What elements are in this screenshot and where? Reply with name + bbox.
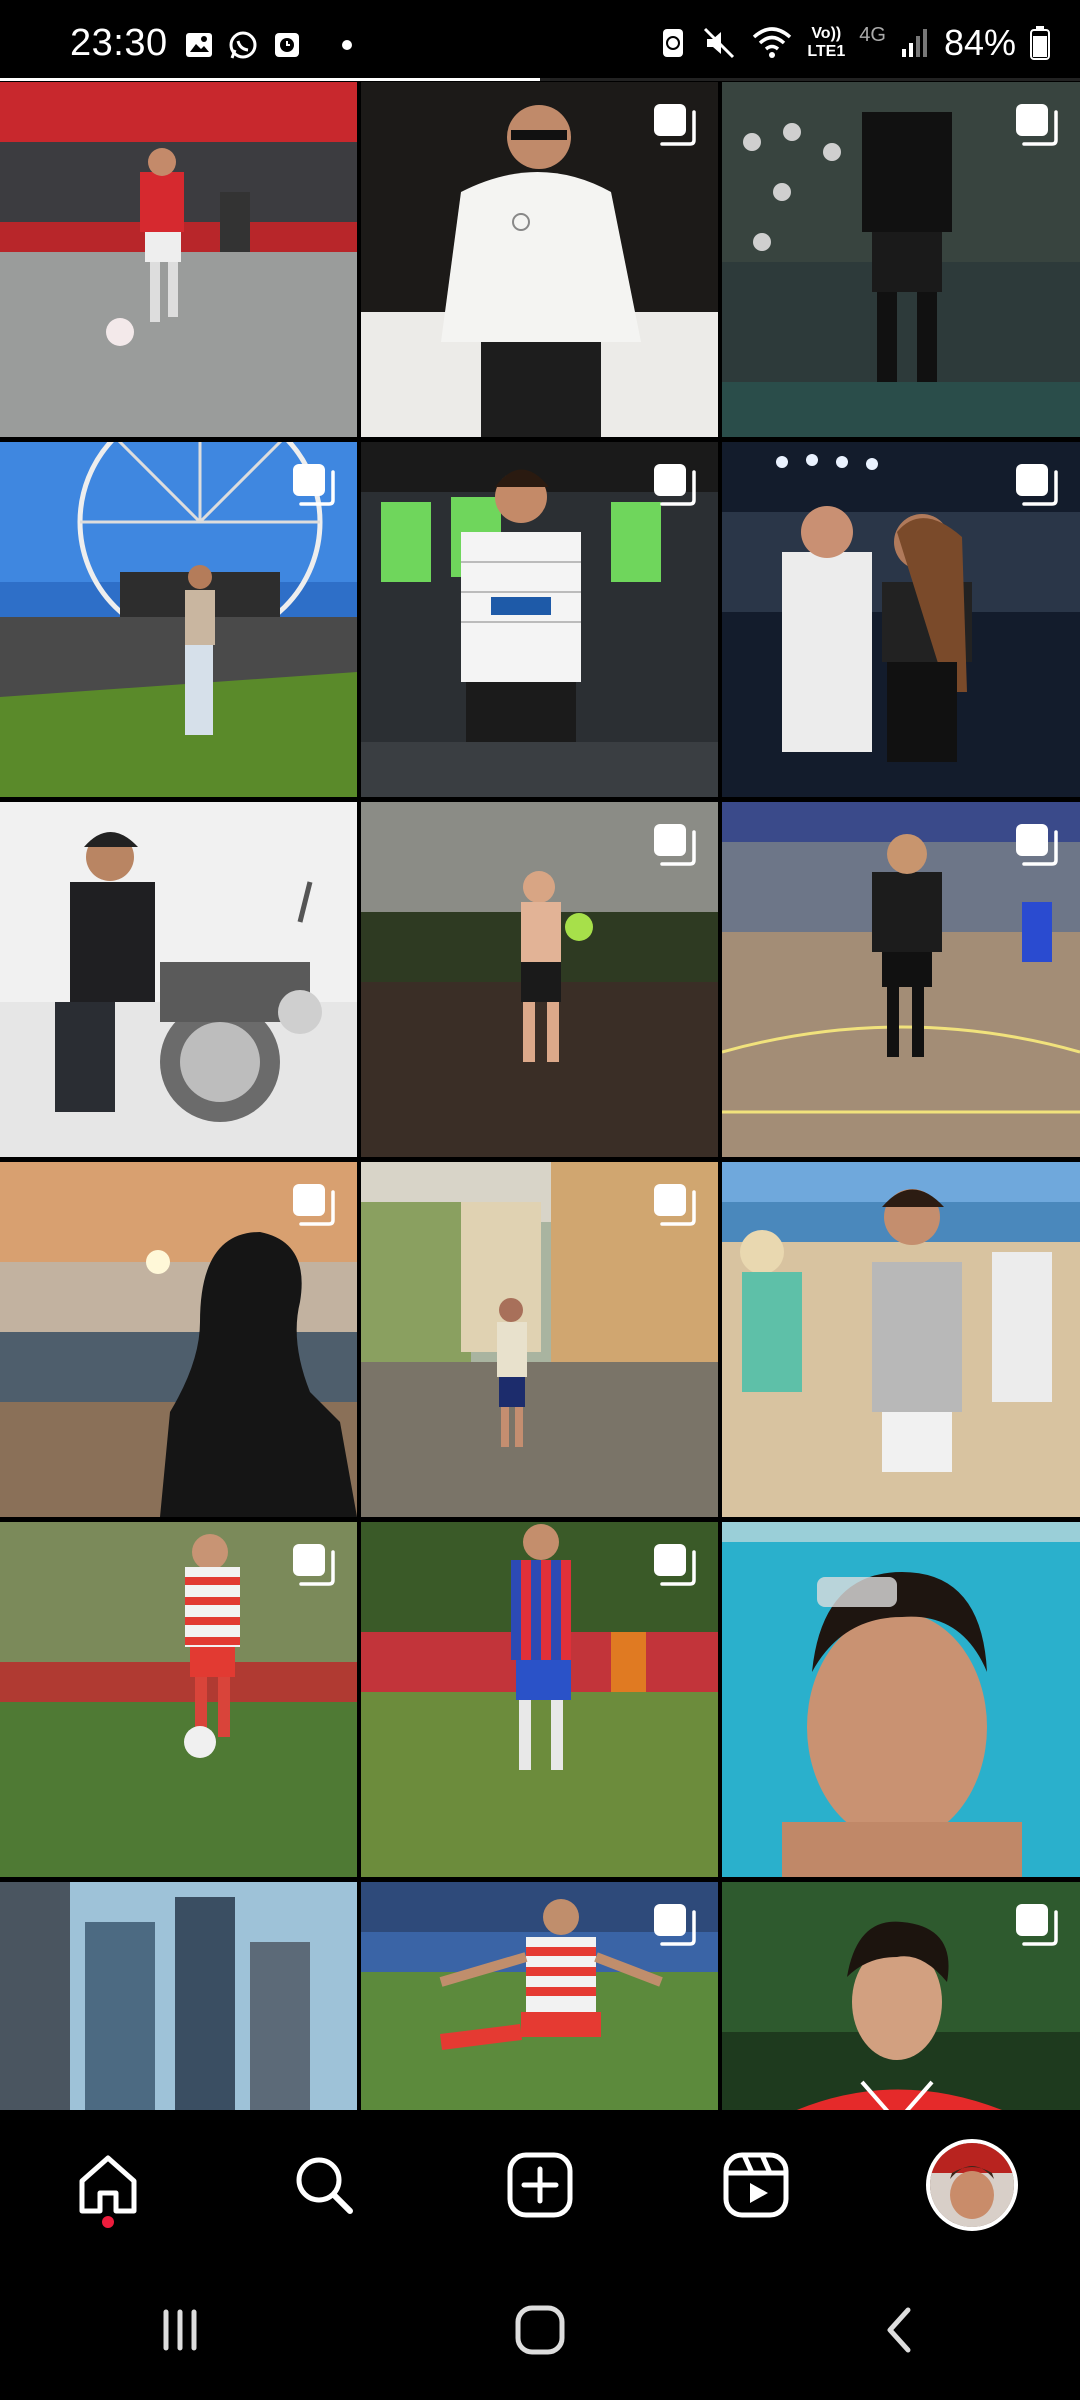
carousel-icon [293, 464, 335, 506]
post-thumbnail[interactable] [0, 1162, 357, 1517]
network-type: 4G [859, 23, 886, 46]
clock-app-icon [275, 33, 299, 57]
post-thumbnail[interactable] [0, 82, 357, 437]
post-thumbnail[interactable] [361, 442, 718, 797]
system-navigation [0, 2260, 1080, 2400]
volte-label-top: Vo)) [811, 25, 842, 42]
post-thumbnail[interactable] [0, 1522, 357, 1877]
volte-icon: Vo)) LTE1 [807, 25, 845, 61]
post-thumbnail[interactable] [361, 82, 718, 437]
pool-selfie-image [722, 1522, 1080, 1877]
nav-create[interactable] [490, 2130, 590, 2240]
notification-dot [342, 40, 352, 50]
post-thumbnail[interactable] [361, 1162, 718, 1517]
recycle-icon [663, 29, 684, 57]
post-thumbnail[interactable] [722, 442, 1080, 797]
battery-percent: 84% [943, 22, 1016, 63]
home-icon [79, 2155, 137, 2214]
carousel-icon [654, 1544, 696, 1586]
city-skyline-image [0, 1882, 357, 2110]
post-thumbnail[interactable] [722, 802, 1080, 1157]
status-left-icons [184, 30, 352, 60]
nav-profile[interactable] [922, 2130, 1022, 2240]
home-activity-dot [102, 2216, 114, 2228]
post-thumbnail[interactable] [722, 1882, 1080, 2110]
recents-button[interactable] [120, 2280, 240, 2380]
nav-search[interactable] [274, 2130, 374, 2240]
carousel-icon [654, 104, 696, 146]
wifi-icon [753, 27, 792, 58]
post-thumbnail[interactable] [722, 1162, 1080, 1517]
loading-progress-bar [0, 78, 1080, 81]
profile-avatar [926, 2139, 1018, 2231]
post-thumbnail[interactable] [0, 442, 357, 797]
loading-progress-fill [0, 78, 540, 81]
motorcycle-image [0, 802, 357, 1157]
carousel-icon [293, 1184, 335, 1226]
battery-icon [1030, 26, 1050, 60]
post-thumbnail[interactable] [361, 802, 718, 1157]
carousel-icon [1016, 464, 1058, 506]
whatsapp-icon [229, 31, 257, 59]
status-time: 23:30 [70, 22, 168, 64]
carousel-icon [654, 464, 696, 506]
post-thumbnail[interactable] [0, 802, 357, 1157]
beach-crowd-image [722, 1162, 1080, 1517]
carousel-icon [1016, 824, 1058, 866]
system-home-button[interactable] [480, 2280, 600, 2380]
volte-label-bottom: LTE1 [807, 43, 846, 60]
avatar-image [930, 2143, 1014, 2227]
status-bar: 23:30 Vo)) LTE1 4G 84% [0, 0, 1080, 81]
reels-icon [723, 2152, 789, 2218]
carousel-icon [1016, 104, 1058, 146]
recents-icon [163, 2309, 197, 2351]
signal-icon [901, 29, 927, 57]
post-thumbnail[interactable] [722, 82, 1080, 437]
gallery-icon [186, 33, 212, 57]
create-icon [507, 2152, 573, 2218]
carousel-icon [654, 1184, 696, 1226]
back-button[interactable] [840, 2280, 960, 2380]
post-thumbnail[interactable] [361, 1882, 718, 2110]
search-icon [296, 2157, 353, 2214]
post-thumbnail[interactable] [722, 1522, 1080, 1877]
carousel-icon [654, 1904, 696, 1946]
posts-grid[interactable] [0, 82, 1080, 2110]
bottom-navigation [0, 2110, 1080, 2260]
carousel-icon [1016, 1904, 1058, 1946]
post-thumbnail[interactable] [0, 1882, 357, 2110]
status-right-icons: Vo)) LTE1 4G 84% [659, 22, 1050, 64]
post-thumbnail[interactable] [361, 1522, 718, 1877]
nav-reels[interactable] [706, 2130, 806, 2240]
home-square-icon [515, 2305, 565, 2355]
carousel-icon [293, 1544, 335, 1586]
back-icon [887, 2307, 911, 2353]
nav-home[interactable] [58, 2130, 158, 2240]
mute-icon [704, 27, 735, 59]
soccer-red-jersey-image [0, 82, 357, 437]
carousel-icon [654, 824, 696, 866]
